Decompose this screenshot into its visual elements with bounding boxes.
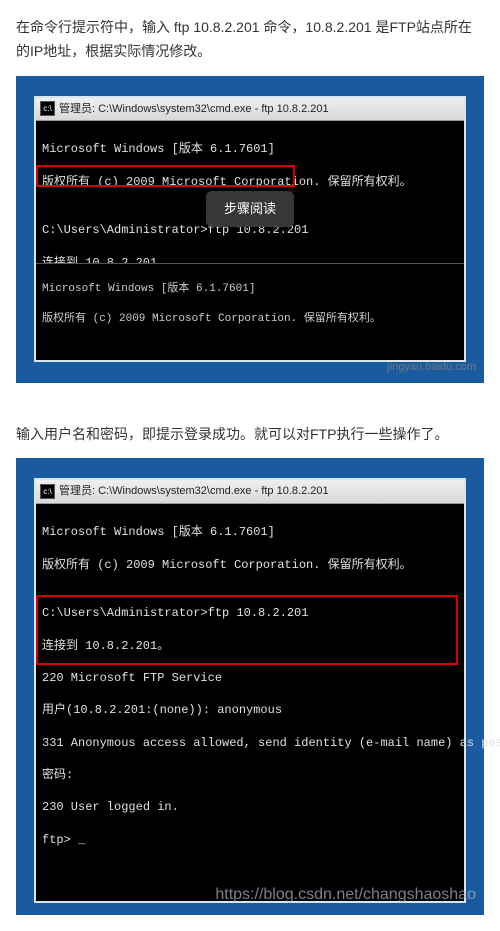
term-line: Microsoft Windows [版本 6.1.7601]: [42, 141, 458, 157]
term-line: Microsoft Windows [版本 6.1.7601]: [42, 524, 458, 540]
step-read-button[interactable]: 步骤阅读: [206, 191, 294, 227]
highlight-box-1: [36, 165, 295, 187]
screenshot-1-frame: c:\ 管理员: C:\Windows\system32\cmd.exe - f…: [16, 76, 484, 383]
highlight-box-2: [36, 595, 458, 665]
term-line: 密码:: [42, 767, 458, 783]
term-line: 版权所有 (c) 2009 Microsoft Corporation. 保留所…: [42, 312, 458, 327]
paragraph-2: 输入用户名和密码，即提示登录成功。就可以对FTP执行一些操作了。: [16, 423, 484, 447]
watermark-csdn: https://blog.csdn.net/changshaoshao: [207, 875, 484, 914]
term-line: 230 User logged in.: [42, 799, 458, 815]
cmd-icon: c:\: [40, 101, 55, 116]
window-title-1: 管理员: C:\Windows\system32\cmd.exe - ftp 1…: [59, 100, 329, 119]
term-line: 用户(10.8.2.201:(none)): anonymous: [42, 702, 458, 718]
term-line: 版权所有 (c) 2009 Microsoft Corporation. 保留所…: [42, 557, 458, 573]
screenshot-2-frame: c:\ 管理员: C:\Windows\system32\cmd.exe - f…: [16, 458, 484, 914]
cmd-icon: c:\: [40, 484, 55, 499]
terminal-output-1: Microsoft Windows [版本 6.1.7601] 版权所有 (c)…: [36, 121, 464, 359]
terminal-window-1: c:\ 管理员: C:\Windows\system32\cmd.exe - f…: [34, 96, 466, 362]
term-line: 220 Microsoft FTP Service: [42, 670, 458, 686]
term-line: Microsoft Windows [版本 6.1.7601]: [42, 282, 458, 297]
term-line: 331 Anonymous access allowed, send ident…: [42, 735, 458, 751]
window-titlebar-1: c:\ 管理员: C:\Windows\system32\cmd.exe - f…: [36, 98, 464, 122]
terminal-window-2: c:\ 管理员: C:\Windows\system32\cmd.exe - f…: [34, 478, 466, 902]
paragraph-1: 在命令行提示符中，输入 ftp 10.8.2.201 命令，10.8.2.201…: [16, 16, 484, 64]
term-line: ftp> _: [42, 832, 458, 848]
window-titlebar-2: c:\ 管理员: C:\Windows\system32\cmd.exe - f…: [36, 480, 464, 504]
window-title-2: 管理员: C:\Windows\system32\cmd.exe - ftp 1…: [59, 482, 329, 501]
terminal-output-2: Microsoft Windows [版本 6.1.7601] 版权所有 (c)…: [36, 504, 464, 901]
watermark-baidu: jingyan.baidu.com: [387, 358, 476, 377]
